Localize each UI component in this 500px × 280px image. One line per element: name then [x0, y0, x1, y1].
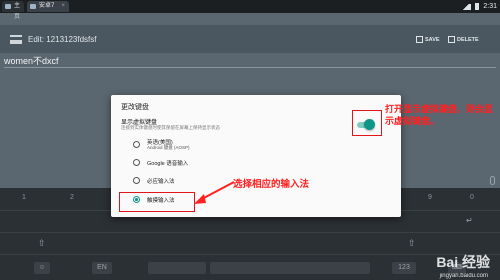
close-icon[interactable]: ×	[61, 1, 65, 12]
shift-right-key[interactable]: ⇧	[408, 238, 416, 249]
save-icon	[416, 36, 423, 43]
key-9[interactable]: 9	[428, 194, 432, 201]
mic-icon[interactable]	[490, 176, 495, 185]
space-key[interactable]	[210, 262, 370, 274]
option-google-voice[interactable]: Google 语音输入	[121, 155, 321, 169]
option-english-us[interactable]: 英语(美国) Android 键盘 (AOSP)	[121, 137, 321, 151]
tab-home[interactable]: 主页	[2, 1, 24, 20]
key-0[interactable]: 0	[470, 194, 474, 201]
editor-text[interactable]: women不dxcf	[4, 55, 59, 67]
enter-key[interactable]: ↵	[466, 216, 473, 225]
emoji-key[interactable]: ☺	[34, 262, 50, 274]
status-time: 2:31	[483, 3, 497, 10]
toggle-annotation: 打开显示虚拟键盘，则会显示虚拟键盘。	[385, 105, 494, 127]
delete-button[interactable]: DELETE	[448, 35, 479, 45]
browser-tab-strip	[0, 0, 500, 13]
option-label: 必应输入法	[147, 179, 175, 185]
home-icon	[5, 4, 11, 9]
show-virtual-keyboard-desc: 连接到实体键盘时使其保留在屏幕上保持显示状态	[121, 125, 220, 130]
option-label: Google 语音输入	[147, 161, 189, 167]
toggle-highlight-box	[352, 110, 382, 136]
option-highlight-box	[119, 192, 195, 212]
battery-icon	[475, 3, 480, 10]
key-1[interactable]: 1	[22, 194, 26, 201]
lang-key[interactable]: EN	[92, 262, 112, 274]
editor-underline	[4, 67, 496, 68]
keyboard-divider	[0, 254, 500, 255]
tab-icon	[30, 4, 36, 9]
watermark-url: jingyan.baidu.com	[439, 273, 488, 279]
option-sublabel: Android 键盘 (AOSP)	[147, 145, 190, 150]
key-blank[interactable]	[148, 262, 206, 274]
radio-button[interactable]	[133, 159, 140, 166]
numbers-key[interactable]: 123	[392, 262, 416, 274]
system-status-bar: 2:31	[461, 0, 497, 13]
tab-label: 安卓7	[39, 3, 55, 9]
tab-label: 主页	[14, 3, 21, 20]
select-annotation: 选择相应的输入法	[233, 179, 310, 190]
key-2[interactable]: 2	[70, 194, 74, 201]
annotation-arrow	[194, 181, 235, 204]
signal-icon	[461, 3, 472, 10]
delete-icon	[448, 36, 455, 43]
keyboard-divider	[0, 232, 500, 233]
dialog-title: 更改键盘	[121, 104, 149, 111]
tab-android7[interactable]: 安卓7 ×	[27, 1, 69, 12]
menu-icon[interactable]	[10, 35, 22, 44]
save-button[interactable]: SAVE	[416, 35, 440, 45]
shift-left-key[interactable]: ⇧	[38, 238, 46, 249]
radio-button[interactable]	[133, 177, 140, 184]
watermark-logo: Bai 经验	[436, 254, 490, 270]
page-title: Edit: 1213123fdsfsf	[28, 35, 97, 44]
radio-button[interactable]	[133, 141, 140, 148]
